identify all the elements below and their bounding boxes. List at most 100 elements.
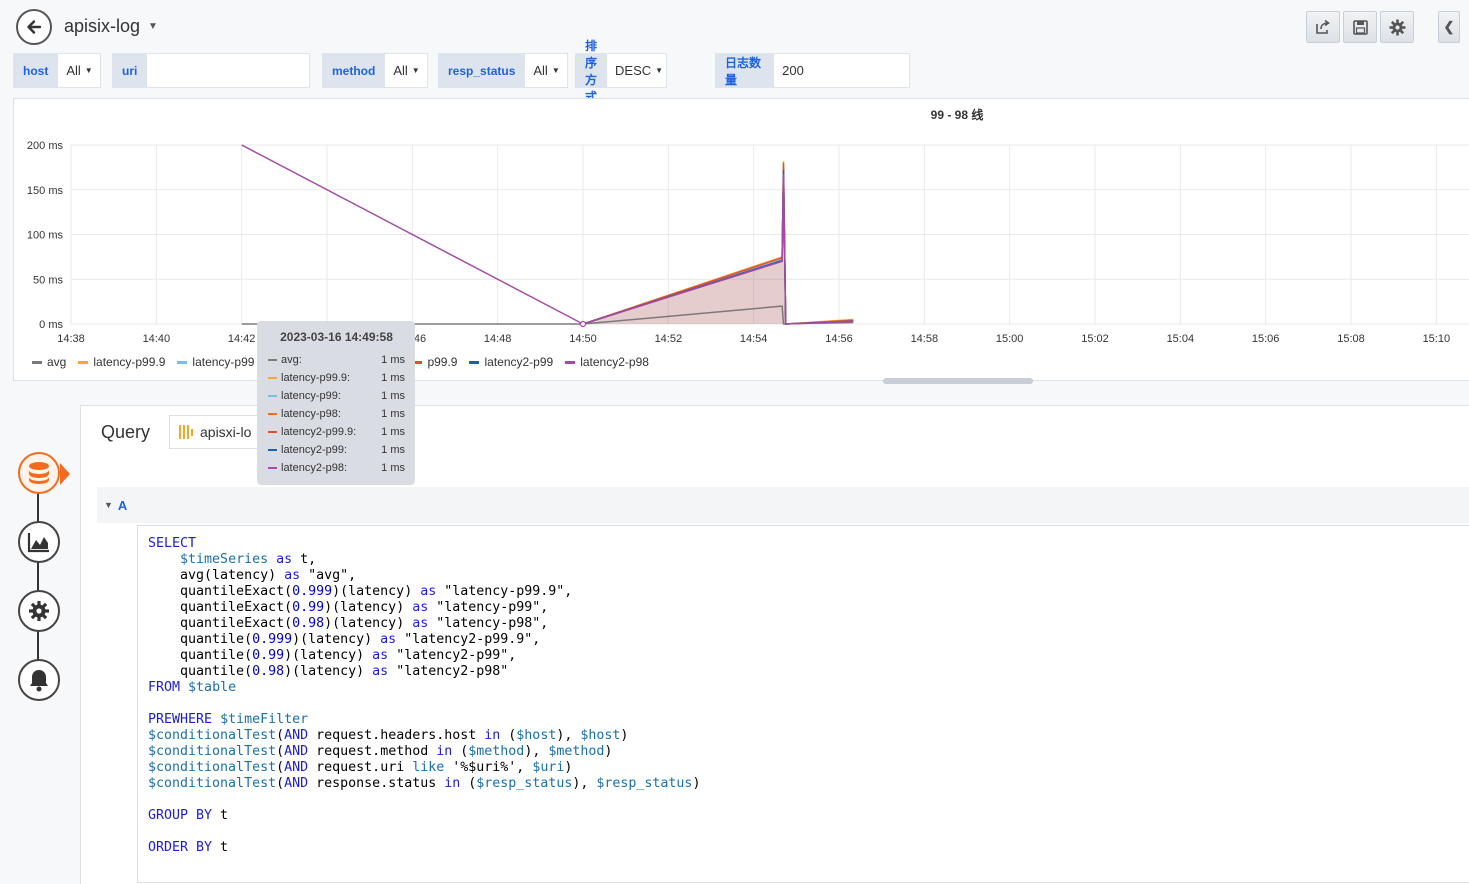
legend-item[interactable]: p99.9 xyxy=(412,355,457,369)
tooltip-swatch xyxy=(268,449,277,451)
database-icon xyxy=(29,462,49,484)
x-tick-label: 14:40 xyxy=(143,333,171,345)
query-heading: Query xyxy=(101,422,151,442)
code-token: $conditionalTest xyxy=(148,744,277,759)
code-token: 0.98 xyxy=(292,616,325,631)
code-token: as xyxy=(412,616,429,631)
variable-sort-order: 排序方式 DESC ▼ xyxy=(575,39,668,104)
code-token: "avg", xyxy=(300,568,357,583)
code-token: request.uri xyxy=(308,760,413,775)
legend-item[interactable]: avg xyxy=(32,355,66,369)
rail-visualization-button[interactable] xyxy=(18,521,60,563)
code-token: ) xyxy=(692,776,701,791)
code-token: '%$uri%', xyxy=(444,760,533,775)
code-token: 0.98 xyxy=(252,664,285,679)
code-line: $conditionalTest(AND request.uri like '%… xyxy=(148,760,1469,776)
code-token: t xyxy=(212,808,229,823)
variable-method-select[interactable]: All ▼ xyxy=(385,53,429,88)
code-token: ), xyxy=(556,728,581,743)
legend-swatch xyxy=(78,360,89,364)
code-token: t xyxy=(212,840,229,855)
collapse-button[interactable]: ❮ xyxy=(1438,11,1460,43)
tooltip-value: 1 ms xyxy=(381,408,405,420)
code-token: quantileExact( xyxy=(148,584,293,599)
code-token: ( xyxy=(452,744,469,759)
x-tick-label: 15:10 xyxy=(1423,333,1451,345)
tooltip-value: 1 ms xyxy=(381,426,405,438)
legend-item[interactable]: latency2-p99 xyxy=(469,355,553,369)
legend-item[interactable]: latency-p99 xyxy=(177,355,254,369)
save-button[interactable] xyxy=(1343,11,1377,43)
tooltip-row: latency-p98: 1 ms xyxy=(268,405,405,423)
panel-resize-handle[interactable] xyxy=(883,378,1033,384)
code-token: quantile( xyxy=(148,664,253,679)
variable-resp-status-select[interactable]: All ▼ xyxy=(525,53,569,88)
legend-swatch xyxy=(469,360,480,364)
legend-label: latency-p99 xyxy=(192,355,255,369)
tooltip-row: latency-p99: 1 ms xyxy=(268,387,405,405)
legend-item[interactable]: latency-p99.9 xyxy=(78,355,165,369)
code-token: "latency-p99", xyxy=(428,600,549,615)
variable-label: host xyxy=(13,53,59,88)
rail-queries-button[interactable] xyxy=(18,452,60,494)
code-token: $resp_status xyxy=(476,776,573,791)
code-line: PREWHERE $timeFilter xyxy=(148,712,1469,728)
code-token: request.headers.host xyxy=(308,728,485,743)
variable-sort-order-select[interactable]: DESC ▼ xyxy=(607,53,668,88)
code-token: as xyxy=(420,584,437,599)
top-navbar: apisix-log ▼ ❮ xyxy=(0,0,1469,52)
code-token: as xyxy=(380,632,397,647)
code-line: GROUP BY t xyxy=(148,808,1469,824)
x-tick-label: 15:00 xyxy=(996,333,1024,345)
query-row-header[interactable]: ▼ A xyxy=(97,487,1469,523)
code-token: 0.99 xyxy=(292,600,325,615)
code-token: ORDER BY xyxy=(148,840,213,855)
uri-input[interactable] xyxy=(147,53,311,88)
variable-value: All xyxy=(66,63,81,78)
tooltip-series-label: latency2-p99: xyxy=(281,444,348,456)
variable-host-select[interactable]: All ▼ xyxy=(58,53,102,88)
code-token: "latency-p99.9", xyxy=(436,584,573,599)
settings-button[interactable] xyxy=(1380,11,1414,43)
variable-value: All xyxy=(393,63,408,78)
share-button[interactable] xyxy=(1306,11,1340,43)
y-tick-label: 150 ms xyxy=(27,185,64,197)
code-token: SELECT xyxy=(148,536,197,551)
rail-alert-button[interactable] xyxy=(18,659,60,701)
y-tick-label: 100 ms xyxy=(27,230,64,242)
code-token: as xyxy=(372,648,389,663)
variable-uri: uri xyxy=(112,53,311,88)
variable-host: host All ▼ xyxy=(13,53,102,88)
legend-swatch xyxy=(565,360,576,364)
back-button[interactable] xyxy=(16,9,52,45)
rail-general-button[interactable] xyxy=(18,590,60,632)
code-token: $method xyxy=(468,744,525,759)
tooltip-value: 1 ms xyxy=(381,390,405,402)
code-line: FROM $table xyxy=(148,680,1469,696)
code-token: like xyxy=(412,760,445,775)
legend-swatch xyxy=(32,360,42,364)
dashboard-title-picker[interactable]: apisix-log ▼ xyxy=(64,16,158,37)
code-line: ORDER BY t xyxy=(148,840,1469,856)
chart-svg[interactable]: 200 ms 150 ms 100 ms 50 ms 0 ms 14:38 14:40 14:… xyxy=(14,99,1469,354)
datasource-picker[interactable]: apisxi-lo xyxy=(169,415,269,449)
code-line: $conditionalTest(AND request.headers.hos… xyxy=(148,728,1469,744)
sql-code-editor[interactable]: SELECT $timeSeries as t, avg(latency) as… xyxy=(137,525,1469,883)
code-token: $uri xyxy=(532,760,565,775)
tooltip-row: latency2-p99: 1 ms xyxy=(268,441,405,459)
tooltip-time: 2023-03-16 14:49:58 xyxy=(280,330,393,344)
x-tick-label: 15:06 xyxy=(1252,333,1280,345)
code-token: AND xyxy=(284,744,309,759)
log-count-input[interactable]: 200 xyxy=(774,53,911,88)
tooltip-swatch xyxy=(268,413,277,415)
code-token: ), xyxy=(572,776,597,791)
arrow-left-icon xyxy=(27,20,42,34)
code-line: quantileExact(0.98)(latency) as "latency… xyxy=(148,616,1469,632)
caret-down-icon: ▼ xyxy=(411,66,420,75)
series-area-fill xyxy=(583,161,854,324)
alert-bell-icon xyxy=(30,670,48,692)
tooltip-swatch xyxy=(268,395,277,397)
legend-item[interactable]: latency2-p98 xyxy=(565,355,649,369)
